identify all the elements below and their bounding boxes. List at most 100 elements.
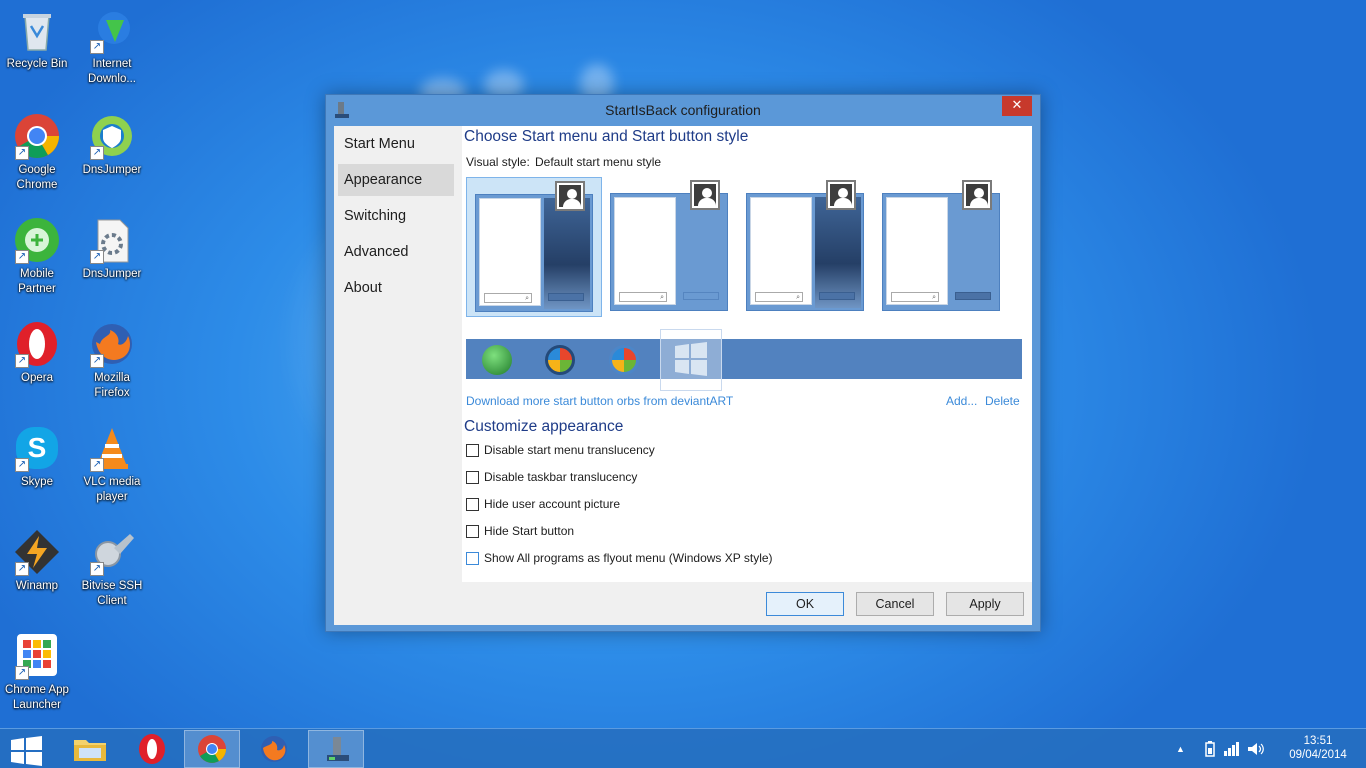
add-orb-link[interactable]: Add... <box>946 394 977 408</box>
dialog-footer: OK Cancel Apply <box>334 582 1032 625</box>
nav-sidebar: Start Menu Appearance Switching Advanced… <box>334 126 462 582</box>
battery-icon[interactable] <box>1204 741 1216 757</box>
svg-text:S: S <box>28 432 47 463</box>
visual-style-label: Visual style: <box>466 155 530 169</box>
icon-label: Opera <box>21 372 53 384</box>
user-avatar-icon <box>555 181 585 211</box>
dnsjumper-config-icon[interactable]: ↗ DnsJumper <box>76 216 148 282</box>
appearance-panel: Choose Start menu and Start button style… <box>464 126 1032 582</box>
taskbar-firefox[interactable] <box>246 730 302 768</box>
windows7-orb-icon[interactable] <box>545 345 575 375</box>
hide-start-button-checkbox[interactable] <box>466 525 479 538</box>
startisback-icon <box>327 737 349 761</box>
taskbar: ▲ 13:51 09/04/2014 <box>0 728 1366 768</box>
start-orb-strip <box>466 329 1022 391</box>
nav-item-start-menu[interactable]: Start Menu <box>338 128 454 160</box>
search-icon: ⌕ <box>484 293 532 303</box>
mobile-partner-icon[interactable]: ↗ Mobile Partner <box>1 216 73 297</box>
option-label: Hide Start button <box>484 524 575 538</box>
nav-item-appearance[interactable]: Appearance <box>338 164 454 196</box>
search-icon: ⌕ <box>619 292 667 302</box>
chrome-icon <box>198 735 226 763</box>
icon-label: VLC media <box>83 476 141 488</box>
user-avatar-icon <box>962 180 992 210</box>
nav-item-advanced[interactable]: Advanced <box>338 236 454 268</box>
ok-button[interactable]: OK <box>766 592 844 616</box>
windows-logo-icon <box>11 736 42 766</box>
startisback-window: StartIsBack configuration ✕ Start Menu A… <box>325 94 1041 632</box>
app-icon <box>335 102 349 118</box>
customize-heading: Customize appearance <box>464 418 624 435</box>
style-heading: Choose Start menu and Start button style <box>464 128 749 145</box>
folder-icon <box>74 740 106 761</box>
skype-icon[interactable]: S ↗ Skype <box>1 424 73 490</box>
style-option-1[interactable]: ⌕ <box>466 177 602 317</box>
option-label: Disable taskbar translucency <box>484 470 638 484</box>
delete-orb-link[interactable]: Delete <box>985 394 1020 408</box>
icon-label: Firefox <box>94 387 130 399</box>
icon-label: DnsJumper <box>82 164 142 176</box>
close-icon: ✕ <box>1011 98 1023 113</box>
icon-label: Client <box>97 595 127 607</box>
show-hidden-icons-button[interactable]: ▲ <box>1176 729 1185 768</box>
opera-icon[interactable]: ↗ Opera <box>1 320 73 386</box>
icon-label: Downlo... <box>88 73 136 85</box>
title-bar[interactable]: StartIsBack configuration <box>326 95 1040 125</box>
volume-icon[interactable] <box>1246 741 1264 757</box>
winamp-icon[interactable]: ↗ Winamp <box>1 528 73 594</box>
all-programs-flyout-checkbox[interactable] <box>466 552 479 565</box>
mozilla-firefox-icon[interactable]: ↗ Mozilla Firefox <box>76 320 148 401</box>
style-option-3[interactable]: ⌕ <box>738 177 874 317</box>
apply-button[interactable]: Apply <box>946 592 1024 616</box>
power-bar <box>819 292 855 300</box>
signal-icon[interactable] <box>1222 741 1240 757</box>
icon-label: Recycle Bin <box>6 58 68 70</box>
nav-item-about[interactable]: About <box>338 272 454 304</box>
clover-orb-icon[interactable] <box>482 345 512 375</box>
taskbar-opera[interactable] <box>124 730 180 768</box>
icon-label: Mozilla <box>94 372 130 384</box>
clock-time: 13:51 <box>1303 735 1333 747</box>
windows8-orb-icon[interactable] <box>660 329 722 391</box>
firefox-icon <box>261 736 287 762</box>
nav-item-switching[interactable]: Switching <box>338 200 454 232</box>
icon-label: Bitvise SSH <box>81 580 143 592</box>
taskbar-file-explorer[interactable] <box>62 730 118 768</box>
user-avatar-icon <box>826 180 856 210</box>
close-button[interactable]: ✕ <box>1002 96 1032 116</box>
style-option-4[interactable]: ⌕ <box>874 177 1010 317</box>
option-label: Show All programs as flyout menu (Window… <box>484 551 773 565</box>
icon-label: Winamp <box>15 580 59 592</box>
search-icon: ⌕ <box>891 292 939 302</box>
disable-taskbar-translucency-checkbox[interactable] <box>466 471 479 484</box>
user-avatar-icon <box>690 180 720 210</box>
hide-user-account-picture-checkbox[interactable] <box>466 498 479 511</box>
cancel-button[interactable]: Cancel <box>856 592 934 616</box>
clock[interactable]: 13:51 09/04/2014 <box>1280 729 1356 768</box>
google-chrome-icon[interactable]: ↗ Google Chrome <box>1 112 73 193</box>
start-button[interactable] <box>0 730 52 768</box>
visual-style-value[interactable]: Default start menu style <box>535 155 661 169</box>
client-area: Start Menu Appearance Switching Advanced… <box>334 126 1032 582</box>
option-label: Hide user account picture <box>484 497 621 511</box>
taskbar-startisback[interactable] <box>308 730 364 768</box>
power-bar <box>955 292 991 300</box>
icon-label: Chrome <box>16 179 58 191</box>
chrome-app-launcher-icon[interactable]: ↗ Chrome App Launcher <box>1 632 73 713</box>
internet-download-manager-icon[interactable]: ↗ Internet Downlo... <box>76 6 148 87</box>
download-orbs-link[interactable]: Download more start button orbs from dev… <box>466 394 733 408</box>
disable-start-menu-translucency-checkbox[interactable] <box>466 444 479 457</box>
windows-vista-orb-icon[interactable] <box>609 345 639 375</box>
recycle-bin-icon[interactable]: Recycle Bin <box>1 6 73 72</box>
bitvise-ssh-client-icon[interactable]: ↗ Bitvise SSH Client <box>76 528 148 609</box>
style-option-2[interactable]: ⌕ <box>602 177 738 317</box>
taskbar-chrome[interactable] <box>184 730 240 768</box>
icon-label: Internet <box>92 58 132 70</box>
vlc-media-player-icon[interactable]: ↗ VLC media player <box>76 424 148 505</box>
icon-label: Skype <box>21 476 53 488</box>
dnsjumper-icon[interactable]: ↗ DnsJumper <box>76 112 148 178</box>
icon-label: Chrome App <box>5 684 69 696</box>
option-label: Disable start menu translucency <box>484 443 655 457</box>
clock-date: 09/04/2014 <box>1289 749 1347 761</box>
icon-label: DnsJumper <box>82 268 142 280</box>
